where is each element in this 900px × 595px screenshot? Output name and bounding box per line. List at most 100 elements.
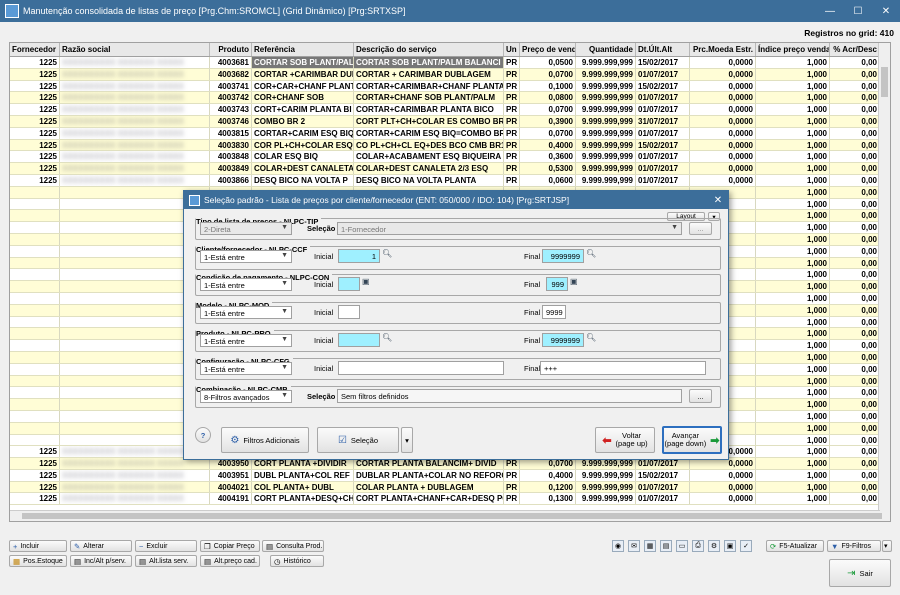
vertical-scrollbar[interactable] <box>878 43 890 521</box>
col-header[interactable]: Prc.Moeda Estr. <box>690 43 756 56</box>
combinacao-op-select[interactable]: 8-Filtros avançados ▼ <box>200 390 292 403</box>
selecao-select[interactable]: 1-Fornecedor ▼ <box>337 222 682 235</box>
col-header[interactable]: Descrição do serviço <box>354 43 504 56</box>
avancar-button[interactable]: Avançar (page down) ➡ <box>662 426 722 454</box>
calendar-icon[interactable]: ▦ <box>644 540 656 552</box>
table-row[interactable]: 1225 XXXXXXXXXX XXXXXXX XXXXX 4003743 CORT+… <box>10 104 890 116</box>
cliente-op-select[interactable]: 1-Está entre ▼ <box>200 250 292 263</box>
alt-lista-serv-button[interactable]: ▤ Alt.lista serv. <box>135 555 197 567</box>
modelo-final-input[interactable]: 9999 <box>542 305 566 319</box>
col-header[interactable]: Preço de venda <box>520 43 576 56</box>
export-icon[interactable]: ▣ <box>724 540 736 552</box>
col-header[interactable]: % Acr/Desc <box>830 43 880 56</box>
f9-dropdown-button[interactable]: ▾ <box>882 540 892 552</box>
pos-estoque-button[interactable]: ▦ Pos.Estoque <box>9 555 67 567</box>
condicao-op-select[interactable]: 1-Está entre ▼ <box>200 278 292 291</box>
cell-ip: 1,000 <box>756 92 830 104</box>
table-row[interactable]: 1225 XXXXXXXXXX XXXXXXX XXXXX 4003951 DUBL … <box>10 469 890 482</box>
search-icon[interactable]: 🔍︎ <box>586 333 596 342</box>
cell-acr: 0,00 <box>830 328 880 340</box>
f5-atualizar-button[interactable]: ⟳ F5-Atualizar <box>766 540 824 552</box>
condicao-inicial-input[interactable] <box>338 277 360 291</box>
horizontal-scrollbar[interactable] <box>10 510 882 521</box>
grid-icon[interactable]: ▤ <box>660 540 672 552</box>
copiar-preco-button[interactable]: ❐ Copiar Preço <box>200 540 260 552</box>
selecao-dropdown-button[interactable]: ▾ <box>401 427 413 453</box>
combinacao-dots-button[interactable]: ... <box>689 389 712 403</box>
col-header[interactable]: Produto <box>210 43 252 56</box>
f9-filtros-button[interactable]: ▼ F9-Filtros <box>827 540 881 552</box>
col-header[interactable]: Un <box>504 43 520 56</box>
tipo-select[interactable]: 2-Direta ▼ <box>200 222 292 235</box>
selecao-dots-button[interactable]: ... <box>689 222 712 235</box>
window-titlebar: Manutenção consolidada de listas de preç… <box>0 0 900 22</box>
produto-final-input[interactable]: 9999999 <box>542 333 584 347</box>
condicao-final-input[interactable]: 999 <box>546 277 568 291</box>
cell-acr: 0,00 <box>830 151 880 163</box>
table-row[interactable]: 1225 XXXXXXXXXX XXXXXXX XXXXX 4003848 COLAR… <box>10 151 890 164</box>
cliente-inicial-input[interactable]: 1 <box>338 249 380 263</box>
cell-ip: 1,000 <box>756 151 830 163</box>
table-row[interactable]: 1225 XXXXXXXXXX XXXXXXX XXXXX 4003746 COMBO… <box>10 115 890 128</box>
print-icon[interactable]: ⎙ <box>692 540 704 552</box>
mini-tool-icon[interactable]: ◉ <box>612 540 624 552</box>
table-row[interactable]: 1225 XXXXXXXXXX XXXXXXX XXXXX 4003681 CORTA… <box>10 57 890 69</box>
settings-icon[interactable]: ⚙ <box>708 540 720 552</box>
modelo-inicial-input[interactable] <box>338 305 360 319</box>
minimize-button[interactable]: — <box>816 0 844 22</box>
maximize-button[interactable]: ☐ <box>844 0 872 22</box>
col-header[interactable]: Dt.Últ.Alt <box>636 43 690 56</box>
alt-preco-cad-button[interactable]: ▤ Alt.preço cad. <box>200 555 260 567</box>
selecao-button[interactable]: ☑ Seleção <box>317 427 399 453</box>
col-header[interactable]: Fornecedor <box>10 43 60 56</box>
col-header[interactable]: Quantidade <box>576 43 636 56</box>
modelo-op-select[interactable]: 1-Está entre ▼ <box>200 306 292 319</box>
check-icon[interactable]: ✓ <box>740 540 752 552</box>
lookup-icon[interactable]: ▣ <box>362 277 370 286</box>
sair-button[interactable]: ⇥ Sair <box>829 559 891 587</box>
scroll-thumb[interactable] <box>22 513 882 519</box>
arrow-left-icon: ⬅ <box>602 434 612 447</box>
folder-icon[interactable]: ▭ <box>676 540 688 552</box>
incluir-button[interactable]: + Incluir <box>9 540 67 552</box>
table-row[interactable]: 1225 XXXXXXXXXX XXXXXXX XXXXX 4003682 CORTA… <box>10 68 890 81</box>
historico-button[interactable]: ◷ Histórico <box>270 555 324 567</box>
combinacao-selecao-field[interactable]: Sem filtros definidos <box>337 389 682 403</box>
alterar-button[interactable]: ✎ Alterar <box>70 540 132 552</box>
scroll-thumb[interactable] <box>881 67 888 97</box>
filtros-adicionais-button[interactable]: ⚙ Filtros Adicionais <box>221 427 309 453</box>
table-row[interactable]: 1225 XXXXXXXXXX XXXXXXX XXXXX 4004021 COL P… <box>10 481 890 494</box>
search-icon[interactable]: 🔍︎ <box>586 249 596 258</box>
cell-raz: XXXXXXXXXX XXXXXXX XXXXX <box>60 80 210 92</box>
produto-inicial-input[interactable] <box>338 333 380 347</box>
config-final-input[interactable]: +++ <box>540 361 706 375</box>
chevron-down-icon: ▾ <box>405 435 409 445</box>
dialog-close-button[interactable]: ✕ <box>708 195 728 206</box>
table-row[interactable]: 1225 XXXXXXXXXX XXXXXXX XXXXX 4003742 COR+C… <box>10 92 890 105</box>
config-op-select[interactable]: 1-Está entre ▼ <box>200 362 292 375</box>
table-row[interactable]: 1225 XXXXXXXXXX XXXXXXX XXXXX 4003866 DESQ … <box>10 174 890 187</box>
col-header[interactable]: Referência <box>252 43 354 56</box>
cell-forn <box>10 304 60 316</box>
lookup-icon[interactable]: ▣ <box>570 277 578 286</box>
edit-icon: ✎ <box>74 541 81 551</box>
config-inicial-input[interactable] <box>338 361 504 375</box>
table-row[interactable]: 1225 XXXXXXXXXX XXXXXXX XXXXX 4003830 COR P… <box>10 139 890 152</box>
cliente-final-input[interactable]: 9999999 <box>542 249 584 263</box>
produto-op-select[interactable]: 1-Está entre ▼ <box>200 334 292 347</box>
table-row[interactable]: 1225 XXXXXXXXXX XXXXXXX XXXXX 4003741 COR+C… <box>10 80 890 93</box>
col-header[interactable]: Razão social <box>60 43 210 56</box>
close-button[interactable]: ✕ <box>872 0 900 22</box>
search-icon[interactable]: 🔍︎ <box>382 333 392 342</box>
inc-alt-serv-button[interactable]: ▤ Inc/Alt p/serv. <box>70 555 132 567</box>
table-row[interactable]: 1225 XXXXXXXXXX XXXXXXX XXXXX 4003849 COLAR… <box>10 163 890 175</box>
mini-tool-icon[interactable]: ✉ <box>628 540 640 552</box>
consulta-prod-button[interactable]: ▤ Consulta Prod. <box>262 540 324 552</box>
table-row[interactable]: 1225 XXXXXXXXXX XXXXXXX XXXXX 4004191 CORT … <box>10 493 890 506</box>
voltar-button[interactable]: ⬅ Voltar (page up) <box>595 427 655 453</box>
help-button[interactable]: ? <box>195 427 211 443</box>
search-icon[interactable]: 🔍︎ <box>382 249 392 258</box>
table-row[interactable]: 1225 XXXXXXXXXX XXXXXXX XXXXX 4003815 CORTA… <box>10 127 890 140</box>
excluir-button[interactable]: − Excluir <box>135 540 197 552</box>
col-header[interactable]: Índice preço venda <box>756 43 830 56</box>
